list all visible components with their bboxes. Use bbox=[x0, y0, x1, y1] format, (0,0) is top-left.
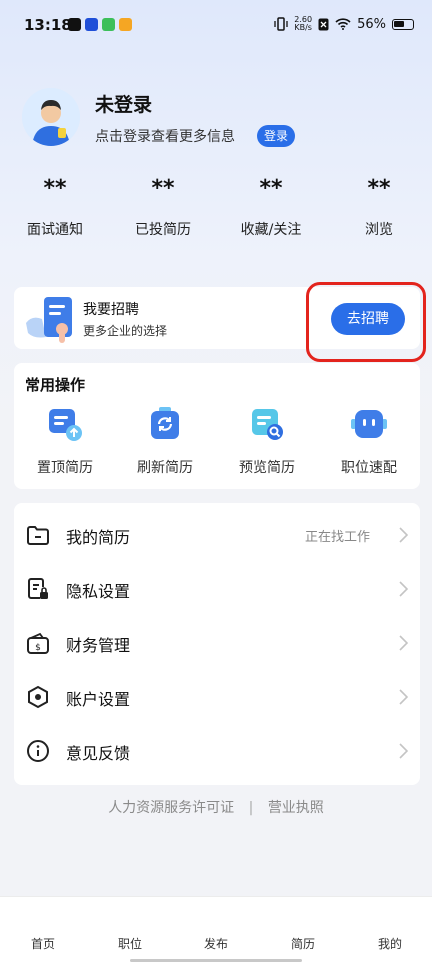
nav-resume[interactable]: 简历 bbox=[273, 935, 333, 952]
avatar[interactable] bbox=[22, 88, 80, 146]
app-swirl-icon bbox=[85, 18, 98, 31]
battery-icon bbox=[392, 18, 414, 30]
status-bar: 13:18 2.60 KB/s 56% bbox=[0, 0, 432, 52]
battery-percent: 56% bbox=[357, 16, 386, 32]
stat-value: ** bbox=[367, 176, 391, 201]
tiktok-icon bbox=[68, 18, 81, 31]
menu-label: 我的简历 bbox=[66, 528, 131, 547]
feedback-info-icon bbox=[27, 740, 49, 762]
stat-label: 浏览 bbox=[365, 222, 393, 238]
chevron-right-icon bbox=[399, 743, 408, 759]
stat-value: ** bbox=[259, 176, 283, 201]
common-operations-card: 常用操作 置顶简历 刷新简历 预览简历 职位速配 bbox=[14, 363, 420, 489]
stat-label: 面试通知 bbox=[27, 222, 83, 238]
op-preview-resume[interactable]: 预览简历 bbox=[222, 405, 312, 477]
op-label: 刷新简历 bbox=[137, 460, 193, 476]
bottom-nav: 首页 职位 发布 简历 我的 bbox=[0, 896, 432, 964]
footer-separator: | bbox=[248, 800, 254, 816]
vibrate-icon bbox=[274, 17, 288, 31]
svg-text:$: $ bbox=[35, 643, 41, 653]
recruit-subtitle: 更多企业的选择 bbox=[83, 324, 168, 338]
chevron-right-icon bbox=[399, 635, 408, 651]
job-status-text: 正在找工作 bbox=[304, 530, 370, 545]
wifi-icon bbox=[335, 18, 351, 30]
sim-x-icon bbox=[318, 18, 329, 30]
status-right: 2.60 KB/s 56% bbox=[274, 16, 414, 32]
nav-jobs[interactable]: 职位 bbox=[100, 935, 160, 952]
menu-list: 我的简历 正在找工作 隐私设置 $ 财务管理 账户设置 意见反馈 bbox=[14, 503, 420, 785]
license-link[interactable]: 人力资源服务许可证 bbox=[108, 800, 234, 816]
login-button[interactable]: 登录 bbox=[257, 125, 296, 147]
menu-item-privacy[interactable]: 隐私设置 bbox=[14, 562, 420, 616]
pin-resume-icon bbox=[49, 409, 82, 441]
profile-subtitle[interactable]: 点击登录查看更多信息 bbox=[95, 126, 235, 146]
menu-label: 意见反馈 bbox=[66, 744, 131, 763]
footer-links: 人力资源服务许可证 | 营业执照 bbox=[0, 797, 432, 817]
stat-views[interactable]: ** 浏览 bbox=[329, 172, 429, 239]
wallet-icon: $ bbox=[27, 632, 49, 654]
nav-publish[interactable]: 发布 bbox=[186, 935, 246, 952]
op-label: 预览简历 bbox=[239, 460, 295, 476]
op-refresh-resume[interactable]: 刷新简历 bbox=[120, 405, 210, 477]
account-settings-icon bbox=[28, 685, 48, 709]
profile-name[interactable]: 未登录 bbox=[95, 90, 152, 117]
op-label: 职位速配 bbox=[341, 460, 397, 476]
refresh-resume-icon bbox=[151, 407, 179, 439]
preview-resume-icon bbox=[252, 409, 283, 440]
stats-row: ** 面试通知 ** 已投简历 ** 收藏/关注 ** 浏览 bbox=[0, 172, 432, 252]
weibo-icon bbox=[119, 18, 132, 31]
stat-value: ** bbox=[43, 176, 67, 201]
resume-folder-icon bbox=[27, 526, 49, 545]
chevron-right-icon bbox=[399, 527, 408, 543]
highlight-annotation bbox=[306, 282, 426, 362]
op-pin-resume[interactable]: 置顶简历 bbox=[20, 405, 110, 477]
op-job-match[interactable]: 职位速配 bbox=[324, 405, 414, 477]
business-license-link[interactable]: 营业执照 bbox=[268, 800, 324, 816]
avatar-illustration bbox=[22, 88, 80, 146]
menu-item-feedback[interactable]: 意见反馈 bbox=[14, 724, 420, 778]
status-app-icons bbox=[68, 18, 132, 31]
stat-label: 收藏/关注 bbox=[240, 222, 302, 238]
chevron-right-icon bbox=[399, 689, 408, 705]
menu-item-finance[interactable]: $ 财务管理 bbox=[14, 616, 420, 670]
app-green-icon bbox=[102, 18, 115, 31]
stat-interview[interactable]: ** 面试通知 bbox=[5, 172, 105, 239]
menu-label: 财务管理 bbox=[66, 636, 131, 655]
op-label: 置顶简历 bbox=[37, 460, 93, 476]
recruit-illustration-icon bbox=[26, 297, 72, 343]
net-speed: 2.60 KB/s bbox=[294, 16, 312, 32]
chevron-right-icon bbox=[399, 581, 408, 597]
menu-item-account[interactable]: 账户设置 bbox=[14, 670, 420, 724]
nav-home[interactable]: 首页 bbox=[13, 935, 73, 952]
menu-label: 隐私设置 bbox=[66, 582, 131, 601]
status-time: 13:18 bbox=[24, 16, 72, 34]
menu-item-my-resume[interactable]: 我的简历 正在找工作 bbox=[14, 508, 420, 562]
net-speed-unit: KB/s bbox=[294, 23, 312, 32]
stat-label: 已投简历 bbox=[135, 222, 191, 238]
recruit-title: 我要招聘 bbox=[83, 302, 139, 318]
job-match-robot-icon bbox=[351, 410, 387, 438]
privacy-lock-icon bbox=[28, 578, 48, 599]
ops-title: 常用操作 bbox=[25, 376, 86, 394]
menu-label: 账户设置 bbox=[66, 690, 131, 709]
home-indicator[interactable] bbox=[130, 959, 302, 962]
stat-favorites[interactable]: ** 收藏/关注 bbox=[221, 172, 321, 239]
nav-mine[interactable]: 我的 bbox=[360, 935, 420, 952]
stat-applied[interactable]: ** 已投简历 bbox=[113, 172, 213, 239]
stat-value: ** bbox=[151, 176, 175, 201]
